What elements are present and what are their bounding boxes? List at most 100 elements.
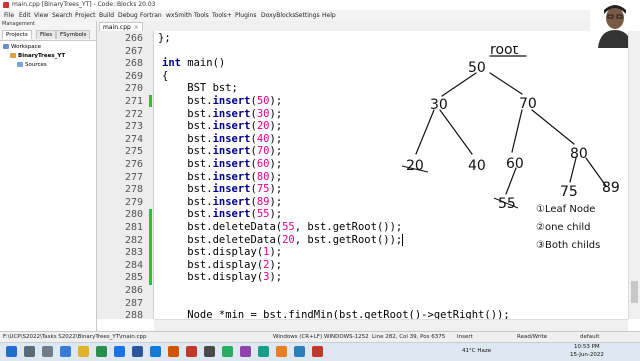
- code-line: bst.display(2);: [162, 258, 283, 271]
- line-number: 272: [124, 108, 143, 120]
- clock-date[interactable]: 15-Jun-2022: [570, 352, 604, 358]
- menu-help[interactable]: Help: [322, 12, 336, 19]
- chrome-icon[interactable]: [114, 346, 125, 357]
- word-icon[interactable]: [132, 346, 143, 357]
- app-icon[interactable]: [258, 346, 269, 357]
- tab-fsymbols[interactable]: FSymbols: [56, 30, 91, 39]
- case-leaf-node: ①Leaf Node: [536, 204, 595, 215]
- powerpoint-icon[interactable]: [168, 346, 179, 357]
- node-50: 50: [468, 60, 486, 76]
- line-number: 288: [124, 310, 143, 322]
- node-89: 89: [602, 180, 620, 196]
- code-editor[interactable]: }; int main() { BST bst; bst.insert(50);…: [154, 31, 628, 319]
- widgets-icon[interactable]: [60, 346, 71, 357]
- tree-label-workspace: Workspace: [11, 44, 42, 50]
- line-number: 270: [124, 83, 143, 95]
- status-eol: Windows (CR+LF): [273, 334, 323, 340]
- change-marker: [149, 95, 152, 107]
- app-icon[interactable]: [222, 346, 233, 357]
- menu-settings[interactable]: Settings: [295, 12, 320, 19]
- window-title: main.cpp [BinaryTrees_YT] - Code::Blocks…: [12, 1, 156, 8]
- menu-wxsmith[interactable]: wxSmith: [166, 12, 192, 19]
- app-icon[interactable]: [240, 346, 251, 357]
- menu-fortran[interactable]: Fortran: [140, 12, 162, 19]
- task-view-icon[interactable]: [42, 346, 53, 357]
- management-panel: Management Projects Files FSymbols Works…: [0, 21, 97, 331]
- taskbar: 41°C Haze 10:53 PM 15-Jun-2022: [0, 342, 640, 361]
- menu-file[interactable]: File: [4, 12, 14, 19]
- app-icon[interactable]: [204, 346, 215, 357]
- menu-tools[interactable]: Tools: [194, 12, 209, 19]
- edge: [441, 72, 477, 97]
- management-label: Management: [2, 21, 35, 27]
- status-insert-mode: Insert: [457, 334, 473, 340]
- code-line: BST bst;: [162, 82, 238, 95]
- tab-projects[interactable]: Projects: [2, 30, 32, 39]
- file-explorer-icon[interactable]: [78, 346, 89, 357]
- codeblocks-app-icon: [3, 2, 9, 8]
- menu-view[interactable]: View: [34, 12, 48, 19]
- excel-icon[interactable]: [96, 346, 107, 357]
- line-number: 271: [124, 96, 143, 107]
- menu-tools-plus[interactable]: Tools+: [212, 12, 232, 19]
- line-number: 285: [124, 272, 143, 284]
- node-75: 75: [560, 184, 578, 200]
- windows-start-icon[interactable]: [6, 346, 17, 357]
- root-label: root: [490, 46, 519, 58]
- status-read-write: Read/Write: [517, 334, 548, 340]
- app-icon[interactable]: [312, 346, 323, 357]
- code-line: bst.insert(50);: [162, 95, 283, 107]
- tree-item-sources[interactable]: Sources: [17, 62, 47, 68]
- editor-tab-label: main.cpp: [103, 24, 131, 31]
- search-icon[interactable]: [24, 346, 35, 357]
- node-40: 40: [468, 158, 486, 174]
- line-number: 268: [124, 58, 143, 70]
- menu-search[interactable]: Search: [52, 12, 73, 19]
- code-line: bst.display(3);: [162, 271, 283, 284]
- scrollbar-thumb[interactable]: [631, 281, 638, 303]
- vertical-scrollbar[interactable]: [628, 31, 640, 319]
- menu-build[interactable]: Build: [99, 12, 114, 19]
- management-tabs: Projects Files FSymbols: [0, 30, 96, 40]
- weather-widget[interactable]: 41°C Haze: [462, 348, 491, 354]
- line-number: 274: [124, 133, 143, 145]
- project-icon: [10, 53, 16, 58]
- tree-item-project[interactable]: BinaryTrees_YT: [10, 53, 65, 59]
- tree-label-sources: Sources: [25, 62, 47, 68]
- line-number: 278: [124, 184, 143, 196]
- case-both-childs: ③Both childs: [536, 240, 600, 251]
- status-default: default: [580, 334, 600, 340]
- menu-bar: File Edit View Search Project Build Debu…: [0, 10, 640, 21]
- edge-icon[interactable]: [150, 346, 161, 357]
- close-icon[interactable]: ×: [134, 24, 139, 31]
- tab-files[interactable]: Files: [36, 30, 57, 39]
- edge: [531, 109, 575, 145]
- code-line: bst.insert(60);: [162, 158, 283, 170]
- handwritten-tree-drawing: 50 30 70 20 40 60 80 55 75 89 root: [401, 46, 620, 212]
- status-file-path: F:\UCP\S2022\Tasks S2022\BinaryTrees_YT\…: [3, 334, 147, 340]
- handwritten-cases-note: ①Leaf Node ②one child ③Both childs: [536, 204, 600, 251]
- case-one-child: ②one child: [536, 222, 591, 233]
- edge: [439, 109, 473, 155]
- code-line: Node *min = bst.findMin(bst.getRoot()->g…: [162, 309, 510, 319]
- menu-doxyblocks[interactable]: DoxyBlocks: [261, 12, 296, 19]
- line-number: 269: [124, 70, 143, 82]
- code-line: bst.insert(75);: [162, 183, 283, 196]
- codeblocks-taskbar-icon[interactable]: [276, 346, 287, 357]
- menu-edit[interactable]: Edit: [19, 12, 31, 19]
- tree-item-workspace[interactable]: Workspace: [3, 44, 41, 50]
- app-icon[interactable]: [294, 346, 305, 357]
- clock-time[interactable]: 10:53 PM: [574, 344, 600, 350]
- line-number: 267: [124, 45, 143, 57]
- red-app-icon[interactable]: [186, 346, 197, 357]
- menu-plugins[interactable]: Plugins: [235, 12, 257, 19]
- line-number: 281: [124, 222, 143, 233]
- line-number: 277: [124, 171, 143, 183]
- node-60: 60: [506, 156, 524, 172]
- code-line: };: [158, 32, 171, 44]
- menu-project[interactable]: Project: [75, 12, 96, 19]
- line-number: 283: [124, 247, 143, 259]
- node-30: 30: [430, 97, 448, 113]
- menu-debug[interactable]: Debug: [118, 12, 138, 19]
- code-line: bst.insert(80);: [162, 170, 283, 183]
